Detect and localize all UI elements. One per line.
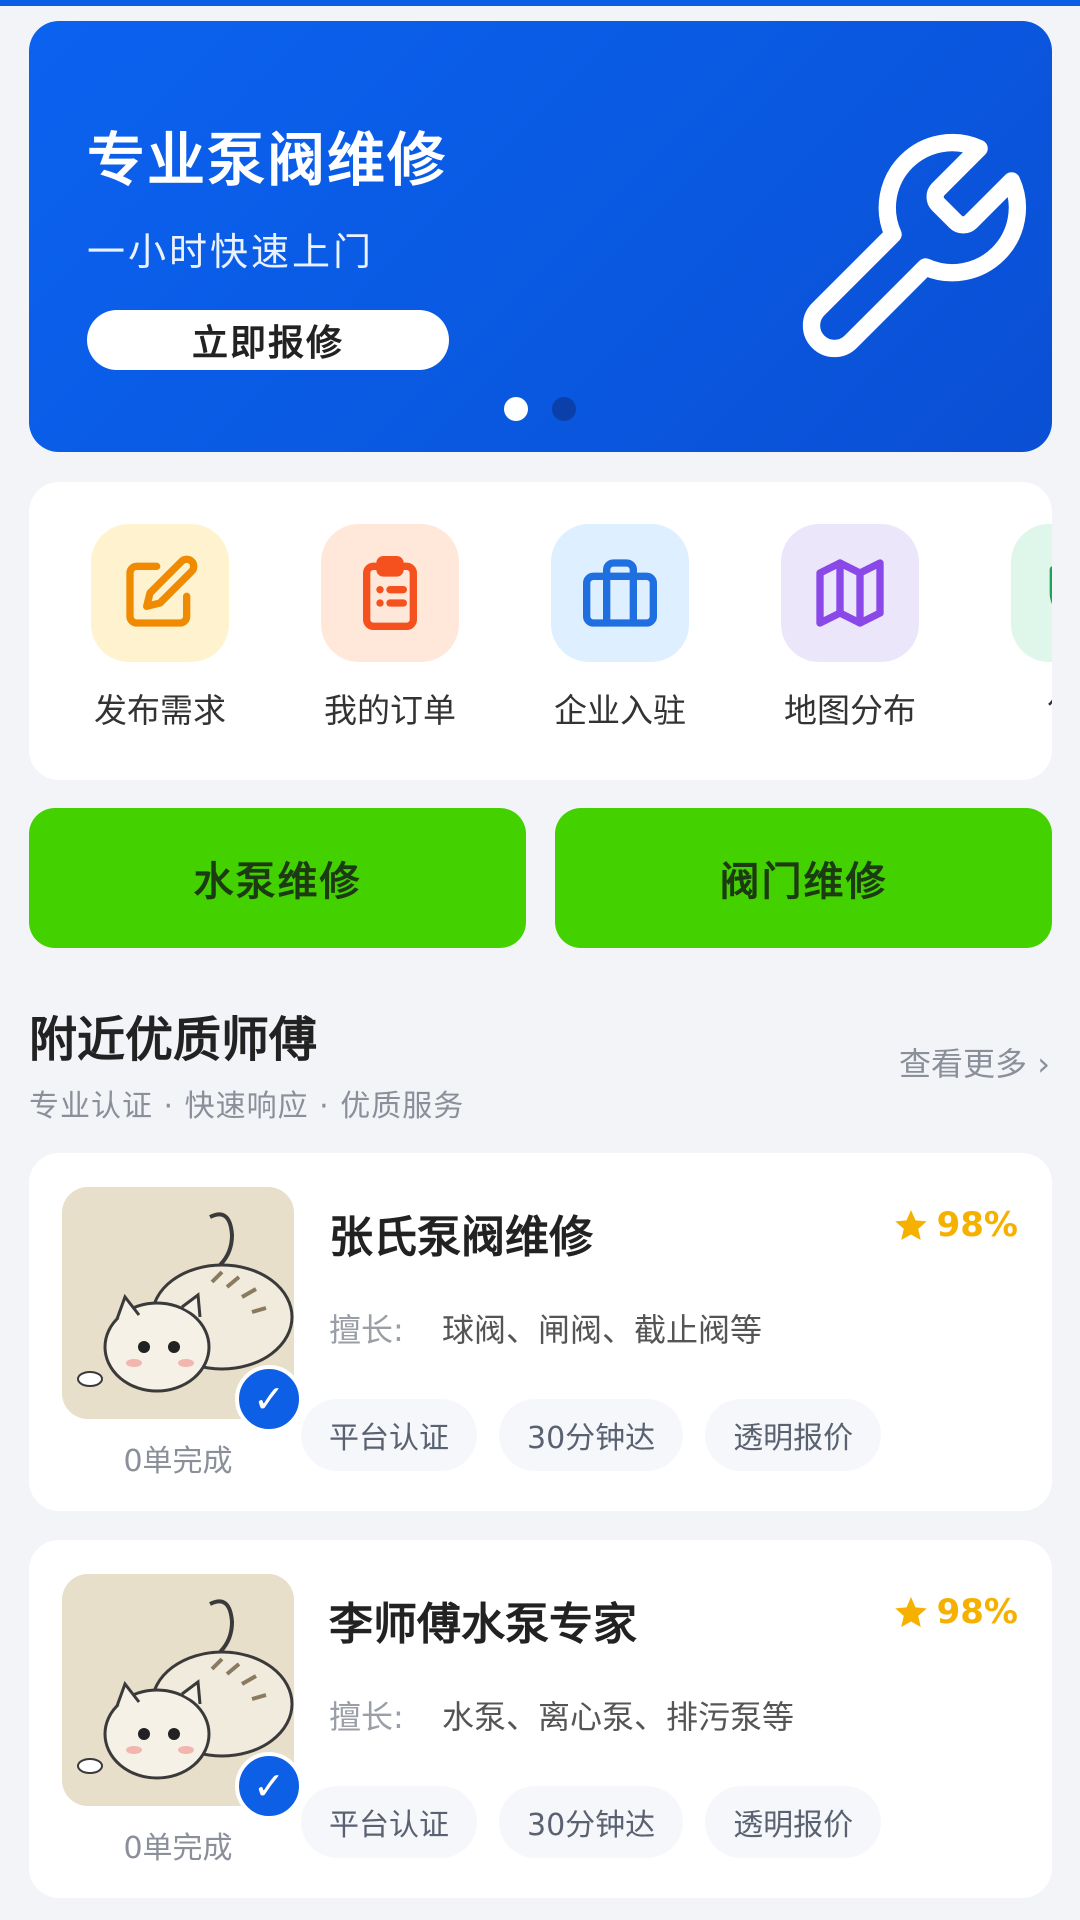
star-icon bbox=[894, 1210, 927, 1240]
menu-item-map-distribution[interactable]: 地图分布 bbox=[780, 524, 920, 732]
verified-check-icon: ✓ bbox=[235, 1752, 303, 1820]
briefcase-icon bbox=[551, 524, 689, 662]
menu-item-enterprise-join[interactable]: 企业入驻 bbox=[550, 524, 690, 732]
master-card[interactable]: ✓ 0单完成 李师傅水泵专家 98% 擅长: 水泵、离心泵、排污泵等 平台认证 … bbox=[29, 1540, 1052, 1898]
section-subtitle: 专业认证 · 快速响应 · 优质服务 bbox=[29, 1089, 465, 1124]
tag: 30分钟达 bbox=[499, 1399, 684, 1471]
menu-label: 企业入驻 bbox=[554, 691, 686, 730]
skills: 擅长: 球阀、闸阀、截止阀等 bbox=[329, 1305, 762, 1351]
star-icon bbox=[894, 1597, 927, 1627]
completed-orders: 0单完成 bbox=[123, 1831, 233, 1866]
tag-list: 平台认证 30分钟达 透明报价 bbox=[301, 1786, 882, 1858]
rating: 98% bbox=[893, 1205, 1018, 1245]
tag: 透明报价 bbox=[705, 1786, 882, 1858]
map-icon bbox=[781, 524, 919, 662]
completed-orders: 0单完成 bbox=[123, 1444, 233, 1479]
wrench-icon bbox=[802, 133, 1027, 358]
shield-icon bbox=[1011, 524, 1052, 662]
menu-item-post-demand[interactable]: 发布需求 bbox=[90, 524, 230, 732]
tag-list: 平台认证 30分钟达 透明报价 bbox=[301, 1399, 882, 1471]
clipboard-icon bbox=[321, 524, 459, 662]
skills: 擅长: 水泵、离心泵、排污泵等 bbox=[329, 1692, 794, 1738]
menu-label: 地图分布 bbox=[784, 691, 916, 730]
rating: 98% bbox=[893, 1592, 1018, 1632]
menu-label: 售后 bbox=[1010, 684, 1052, 732]
tag: 平台认证 bbox=[301, 1786, 477, 1858]
master-card[interactable]: ✓ 0单完成 张氏泵阀维修 98% 擅长: 球阀、闸阀、截止阀等 平台认证 30… bbox=[29, 1153, 1052, 1511]
skill-value: 球阀、闸阀、截止阀等 bbox=[441, 1311, 762, 1349]
view-more-link[interactable]: 查看更多 › bbox=[899, 1039, 1050, 1085]
banner-title: 专业泵阀维修 bbox=[87, 126, 448, 194]
banner-subtitle: 一小时快速上门 bbox=[87, 230, 375, 274]
top-accent-line bbox=[0, 0, 1080, 6]
repair-now-button[interactable]: 立即报修 bbox=[87, 310, 449, 370]
promo-banner[interactable]: 专业泵阀维修 一小时快速上门 立即报修 bbox=[29, 21, 1052, 452]
rating-value: 98% bbox=[936, 1205, 1018, 1245]
master-name[interactable]: 李师傅水泵专家 bbox=[329, 1588, 637, 1652]
banner-pagination bbox=[504, 397, 576, 421]
tag: 30分钟达 bbox=[499, 1786, 684, 1858]
rating-value: 98% bbox=[936, 1592, 1018, 1632]
skill-label: 擅长: bbox=[329, 1311, 404, 1349]
pagination-dot[interactable] bbox=[552, 397, 576, 421]
menu-item-my-orders[interactable]: 我的订单 bbox=[320, 524, 460, 732]
tag: 透明报价 bbox=[705, 1399, 882, 1471]
skill-value: 水泵、离心泵、排污泵等 bbox=[441, 1698, 794, 1736]
tag: 平台认证 bbox=[301, 1399, 477, 1471]
menu-item-after-sales[interactable]: 售后 bbox=[1010, 524, 1052, 732]
edit-icon bbox=[91, 524, 229, 662]
valve-repair-button[interactable]: 阀门维修 bbox=[555, 808, 1052, 948]
water-pump-repair-button[interactable]: 水泵维修 bbox=[29, 808, 526, 948]
quick-menu: 发布需求 我的订单 企业入驻 地图分布 bbox=[29, 482, 1052, 780]
section-title: 附近优质师傅 bbox=[29, 1012, 318, 1068]
master-name[interactable]: 张氏泵阀维修 bbox=[329, 1201, 593, 1265]
menu-label: 我的订单 bbox=[324, 691, 456, 730]
menu-label: 发布需求 bbox=[94, 691, 226, 730]
skill-label: 擅长: bbox=[329, 1698, 404, 1736]
verified-check-icon: ✓ bbox=[235, 1365, 303, 1433]
pagination-dot-active[interactable] bbox=[504, 397, 528, 421]
